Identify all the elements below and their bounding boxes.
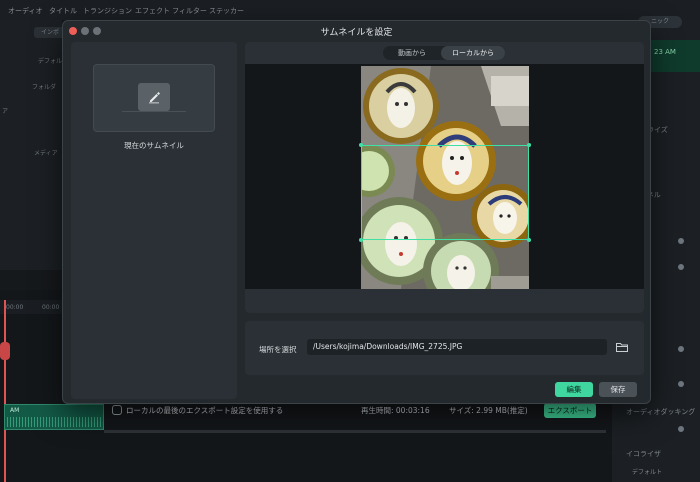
preview-footer	[245, 289, 644, 313]
folder-icon[interactable]	[615, 340, 629, 354]
slider-knob[interactable]	[678, 381, 684, 387]
tab-from-video[interactable]: 動画から	[383, 46, 441, 60]
playhead[interactable]	[4, 300, 6, 482]
duration-text: 再生時間: 00:03:16	[361, 406, 430, 415]
slider-knob[interactable]	[678, 426, 684, 432]
edit-button[interactable]: 編集	[555, 382, 593, 397]
timeline-clip[interactable]: AM	[4, 404, 104, 430]
use-last-settings-checkbox[interactable]	[112, 405, 122, 415]
waveform-time: 23 AM	[654, 48, 676, 56]
crop-handle[interactable]	[527, 143, 531, 147]
save-button[interactable]: 保存	[599, 382, 637, 397]
crop-handle[interactable]	[359, 238, 363, 242]
toolbar-filter[interactable]: フィルター	[172, 6, 207, 16]
app-window: オーディオ タイトル トランジション エフェクト フィルター ステッカー デフォ…	[0, 0, 700, 482]
size-text: サイズ: 2.99 MB(推定)	[449, 406, 528, 415]
dialog-titlebar: サムネイルを設定	[63, 21, 650, 41]
toolbar-transition[interactable]: トランジション	[83, 6, 132, 16]
clip-label: AM	[10, 407, 20, 414]
slider-knob[interactable]	[678, 264, 684, 270]
export-button[interactable]: エクスポート	[544, 403, 596, 418]
tab-from-local[interactable]: ローカルから	[441, 46, 505, 60]
left-label-a: ア	[2, 108, 9, 115]
audio-waveform: 23 AM	[650, 40, 700, 72]
playhead-handle[interactable]	[0, 342, 10, 360]
ruler-tick: 00:00	[42, 304, 60, 311]
current-thumbnail-pane: 現在のサムネイル	[71, 42, 237, 399]
thumbnail-divider	[122, 111, 186, 112]
right-label-eq-default: デフォルト	[632, 469, 663, 476]
media-sidebar: デフォルト フォルダ ア メディア	[0, 20, 68, 270]
crop-selection[interactable]	[359, 143, 531, 242]
source-segment-bar: 動画から ローカルから	[245, 42, 644, 64]
use-last-settings-label: ローカルの最後のエクスポート設定を使用する	[126, 406, 284, 415]
slider-knob[interactable]	[678, 238, 684, 244]
thumbnail-dialog: サムネイルを設定 現在のサムネイル 動画から ローカルから 場所を選択 /Use…	[62, 20, 651, 404]
edit-thumbnail-icon[interactable]	[138, 83, 170, 111]
clip-waveform	[7, 417, 101, 427]
location-label: 場所を選択	[259, 345, 297, 354]
left-label-folder: フォルダ	[32, 84, 57, 91]
toolbar-effect[interactable]: エフェクト	[135, 6, 170, 16]
current-thumbnail[interactable]	[93, 64, 215, 132]
crop-handle[interactable]	[527, 238, 531, 242]
ruler-tick: 00:00	[6, 304, 24, 311]
source-segmented-control: 動画から ローカルから	[383, 46, 505, 60]
toolbar-sticker[interactable]: ステッカー	[209, 6, 244, 16]
current-thumbnail-label: 現在のサムネイル	[124, 141, 184, 150]
right-label-ducking: オーディオダッキング	[626, 408, 696, 416]
location-path-field[interactable]: /Users/kojima/Downloads/IMG_2725.JPG	[307, 339, 607, 355]
toolbar-audio[interactable]: オーディオ	[8, 6, 43, 16]
right-label-eq: イコライザ	[626, 450, 661, 458]
toolbar-title[interactable]: タイトル	[49, 6, 77, 16]
thumbnail-preview-pane: 動画から ローカルから	[245, 42, 644, 313]
location-pane: 場所を選択 /Users/kojima/Downloads/IMG_2725.J…	[245, 321, 644, 375]
left-label-media: メディア	[34, 150, 58, 157]
top-toolbar: オーディオ タイトル トランジション エフェクト フィルター ステッカー	[0, 0, 700, 20]
horizontal-scrollbar[interactable]	[104, 430, 606, 433]
slider-knob[interactable]	[678, 346, 684, 352]
dialog-title: サムネイルを設定	[320, 28, 393, 38]
crop-handle[interactable]	[359, 143, 363, 147]
